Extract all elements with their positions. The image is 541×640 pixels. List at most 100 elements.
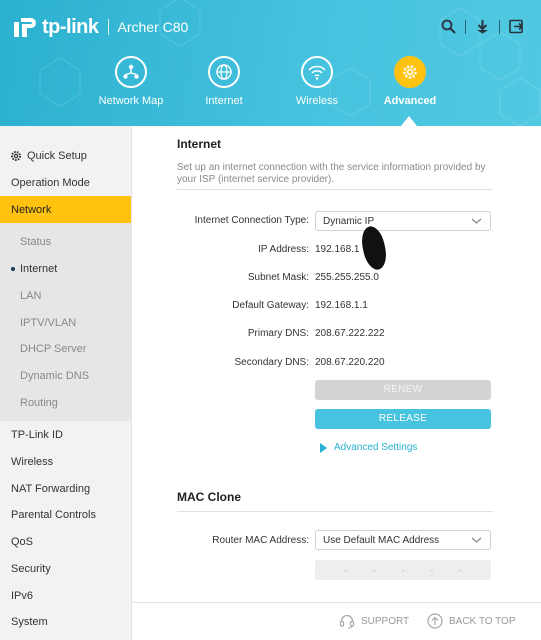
sidebar-item-qos[interactable]: QoS [0, 528, 131, 555]
triangle-right-icon [320, 442, 327, 453]
sidebar-item-label: Network [11, 203, 52, 216]
mac-separator: - [459, 565, 462, 575]
default-gateway-value: 192.168.1.1 [315, 300, 368, 311]
sidebar-item-dynamic-dns[interactable]: Dynamic DNS [0, 362, 131, 389]
sidebar-item-label: IPv6 [11, 589, 34, 602]
mac-address-input[interactable]: - - - - - [315, 560, 491, 580]
secondary-dns-label: Secondary DNS: [234, 357, 309, 368]
subnet-mask-label: Subnet Mask: [247, 272, 309, 283]
nav-label: Advanced [383, 95, 437, 107]
arrow-up-circle-icon [427, 613, 443, 629]
sidebar-item-network[interactable]: Network [0, 196, 131, 223]
logout-icon[interactable] [508, 18, 525, 35]
tp-link-logo-icon [14, 18, 36, 37]
download-icon[interactable] [474, 18, 491, 35]
wifi-icon [301, 56, 333, 88]
mac-separator: - [372, 565, 376, 575]
back-to-top-link[interactable]: BACK TO TOP [427, 613, 516, 629]
sidebar-item-tp-link-id[interactable]: TP-Link ID [0, 421, 131, 448]
sidebar-item-wireless[interactable]: Wireless [0, 448, 131, 475]
primary-dns-value: 208.67.222.222 [315, 328, 385, 339]
release-button[interactable]: RELEASE [315, 409, 491, 429]
ip-address-label: IP Address: [258, 244, 309, 255]
mac-separator: - [344, 565, 347, 575]
brand-name: tp-link [42, 15, 99, 38]
renew-button[interactable]: RENEW [315, 380, 491, 400]
sidebar-item-label: System [11, 615, 48, 628]
advanced-settings-link[interactable]: Advanced Settings [319, 442, 417, 453]
sidebar-item-system[interactable]: System [0, 608, 131, 635]
secondary-dns-value: 208.67.220.220 [315, 357, 385, 368]
sidebar-item-label: NAT Forwarding [11, 482, 91, 495]
section-title-mac-clone: MAC Clone [177, 490, 241, 504]
section-divider [177, 511, 493, 512]
support-link[interactable]: SUPPORT [339, 613, 409, 629]
sidebar-item-status[interactable]: Status [0, 228, 131, 255]
back-to-top-label: BACK TO TOP [449, 615, 516, 627]
section-description: Set up an internet connection with the s… [177, 162, 486, 185]
sidebar-item-iptv-vlan[interactable]: IPTV/VLAN [0, 309, 131, 336]
globe-icon [208, 56, 240, 88]
primary-dns-label: Primary DNS: [247, 328, 309, 339]
sidebar-item-routing[interactable]: Routing [0, 389, 131, 416]
model-name: Archer C80 [117, 19, 189, 35]
search-icon[interactable] [440, 18, 457, 35]
sidebar: Quick Setup Operation Mode Network Statu… [0, 126, 132, 640]
sidebar-item-internet[interactable]: Internet [0, 255, 131, 282]
ip-address-value: 192.168.1 [315, 244, 360, 255]
sidebar-item-label: Security [11, 562, 51, 575]
main-content: Internet Set up an internet connection w… [132, 126, 541, 602]
main-nav: Network Map Internet Wireless Advanced [0, 56, 541, 126]
connection-type-label: Internet Connection Type: [194, 215, 309, 226]
mac-separator: - [401, 565, 405, 575]
sidebar-item-label: TP-Link ID [11, 428, 63, 441]
router-mac-select[interactable]: Use Default MAC Address [315, 530, 491, 550]
subnet-mask-value: 255.255.255.0 [315, 272, 379, 283]
sidebar-item-label: IPTV/VLAN [20, 316, 77, 329]
advanced-settings-label: Advanced Settings [334, 442, 418, 453]
chevron-down-icon [471, 537, 482, 543]
sidebar-network-submenu: Status Internet LAN IPTV/VLAN DHCP Serve… [0, 223, 131, 421]
sidebar-item-label: Parental Controls [11, 508, 96, 521]
active-nav-pointer [401, 116, 417, 126]
sidebar-item-label: Wireless [11, 455, 54, 468]
sidebar-item-ipv6[interactable]: IPv6 [0, 582, 131, 609]
header-actions [440, 18, 525, 35]
connection-type-value: Dynamic IP [323, 216, 375, 227]
sidebar-item-label: Operation Mode [11, 176, 90, 189]
sidebar-item-label: Routing [20, 396, 58, 409]
sidebar-item-security[interactable]: Security [0, 555, 131, 582]
header: tp-link Archer C80 Network Map Internet [0, 0, 541, 126]
connection-type-select[interactable]: Dynamic IP [315, 211, 491, 231]
logo-divider [107, 19, 109, 35]
icon-divider [499, 19, 500, 34]
sidebar-item-label: Internet [20, 262, 58, 275]
sidebar-item-label: Dynamic DNS [20, 369, 90, 382]
sidebar-item-label: Status [20, 235, 52, 248]
sidebar-item-label: QoS [11, 535, 34, 548]
network-map-icon [115, 56, 147, 88]
section-title-internet: Internet [177, 137, 222, 151]
icon-divider [465, 19, 466, 34]
nav-advanced[interactable]: Advanced [350, 56, 470, 107]
sidebar-item-lan[interactable]: LAN [0, 282, 131, 309]
sidebar-item-label: DHCP Server [20, 342, 87, 355]
router-mac-label: Router MAC Address: [212, 535, 309, 546]
sidebar-item-operation-mode[interactable]: Operation Mode [0, 169, 131, 196]
headset-icon [339, 614, 355, 629]
sidebar-item-dhcp-server[interactable]: DHCP Server [0, 335, 131, 362]
gear-icon [11, 150, 21, 161]
sidebar-item-label: Quick Setup [27, 149, 87, 162]
tp-link-logo: tp-link Archer C80 [12, 14, 188, 40]
sidebar-item-parental-controls[interactable]: Parental Controls [0, 501, 131, 528]
sidebar-item-nat-forwarding[interactable]: NAT Forwarding [0, 475, 131, 502]
footer: SUPPORT BACK TO TOP [132, 602, 541, 640]
mac-separator: - [430, 565, 434, 575]
chevron-down-icon [471, 218, 482, 224]
section-divider [177, 189, 493, 190]
default-gateway-label: Default Gateway: [232, 300, 309, 311]
support-label: SUPPORT [361, 615, 410, 627]
sidebar-item-quick-setup[interactable]: Quick Setup [0, 142, 131, 169]
redaction-mark [358, 224, 390, 272]
gear-icon [394, 56, 426, 88]
